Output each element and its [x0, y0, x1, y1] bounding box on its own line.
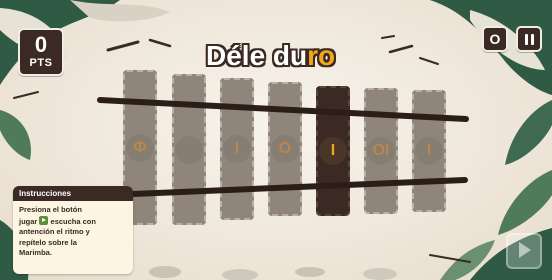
bar-6-symbol: OI: [367, 137, 395, 165]
play-button[interactable]: [506, 233, 542, 269]
bar-2-symbol: [175, 135, 203, 164]
bar-4-symbol: O: [271, 135, 299, 163]
play-icon: [39, 215, 49, 225]
instructions-line-2: jugar escucha con: [19, 215, 127, 228]
instructions-line-4: repítelo sobre la: [19, 237, 77, 247]
bar-3-symbol: I: [223, 135, 251, 163]
instructions-panel: Instrucciones Presiona el botón jugar es…: [13, 186, 133, 274]
marimba-bar-6[interactable]: OI: [364, 88, 398, 214]
instructions-heading: Instrucciones: [13, 186, 133, 201]
instructions-text: Presiona el botón jugar escucha con ante…: [13, 201, 133, 263]
instructions-line-2b: escucha con: [50, 216, 96, 226]
marimba-bar-7[interactable]: I: [412, 90, 446, 212]
marimba-bar-2[interactable]: [172, 74, 206, 225]
marimba-bar-4[interactable]: O: [268, 82, 302, 216]
instructions-line-5: Marimba.: [19, 248, 52, 257]
instructions-line-1: Presiona el botón: [19, 205, 82, 214]
instructions-line-2a: jugar: [19, 216, 38, 226]
instructions-line-3: antención el ritmo y: [19, 227, 90, 236]
marimba-bar-5[interactable]: I: [316, 86, 350, 216]
bar-1-symbol: Φ: [126, 133, 154, 162]
marimba-bar-3[interactable]: I: [220, 78, 254, 220]
bar-5-symbol: I: [319, 137, 347, 165]
bar-7-symbol: I: [415, 137, 443, 165]
